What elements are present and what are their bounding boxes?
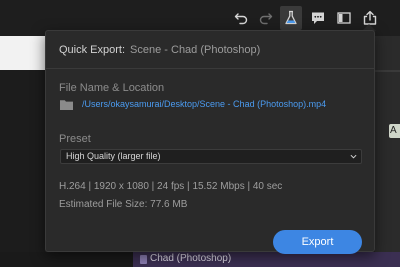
preset-section-label: Preset [59, 133, 91, 145]
chevron-down-icon [350, 154, 357, 159]
quick-export-header: Quick Export: Scene - Chad (Photoshop) [59, 43, 260, 57]
quick-export-label: Quick Export: [59, 44, 126, 56]
clip-marker [140, 255, 147, 264]
panel-icon[interactable] [335, 9, 353, 27]
export-button[interactable]: Export [273, 230, 362, 254]
timeline-clip-label: Chad (Photoshop) [150, 253, 232, 264]
file-path-link[interactable]: /Users/okaysamurai/Desktop/Scene - Chad … [82, 98, 326, 110]
app-window: A Chad (Photoshop) Quick Export: Scene -… [0, 0, 400, 267]
background-panel-dark [0, 70, 45, 267]
right-panel-tab[interactable]: A [389, 124, 400, 138]
redo-icon[interactable] [257, 9, 275, 27]
estimated-file-size: Estimated File Size: 77.6 MB [59, 199, 188, 210]
sequence-name: Scene - Chad (Photoshop) [130, 44, 261, 56]
undo-icon[interactable] [232, 9, 250, 27]
quick-export-panel: Quick Export: Scene - Chad (Photoshop) Fi… [45, 30, 375, 254]
preset-dropdown[interactable]: High Quality (larger file) [60, 149, 362, 164]
folder-icon[interactable] [60, 99, 73, 110]
export-specs: H.264 | 1920 x 1080 | 24 fps | 15.52 Mbp… [59, 181, 283, 192]
timeline-track [0, 252, 133, 267]
flask-icon[interactable] [280, 6, 302, 30]
file-section-label: File Name & Location [59, 82, 165, 94]
comment-icon[interactable] [309, 9, 327, 27]
background-panel [0, 36, 45, 70]
preset-value: High Quality (larger file) [66, 151, 161, 161]
right-panel-divider [375, 70, 400, 72]
divider [46, 68, 374, 69]
